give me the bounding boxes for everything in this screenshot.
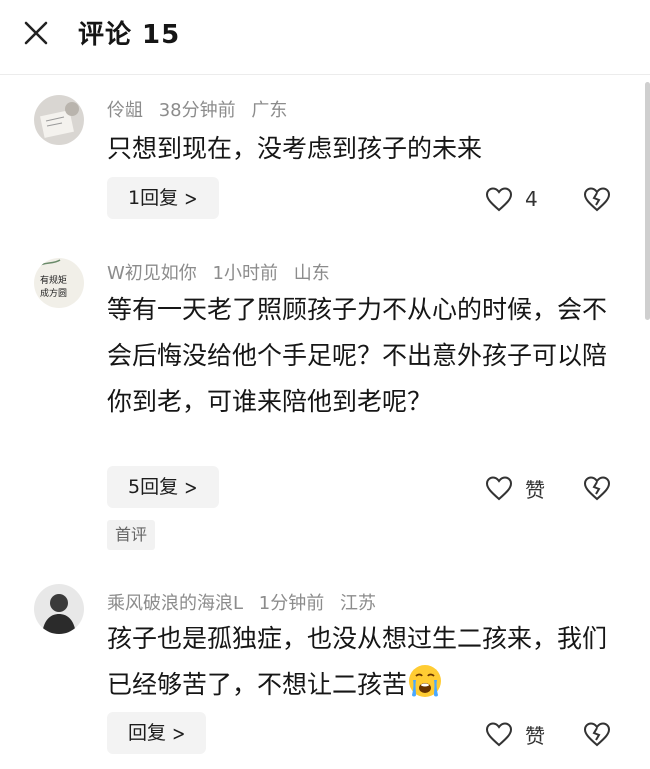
reply-label: 回复 bbox=[128, 722, 167, 744]
reply-label: 5回复 bbox=[128, 476, 179, 498]
heart-outline-icon bbox=[485, 187, 513, 212]
avatar[interactable] bbox=[34, 95, 84, 145]
like-label: 赞 bbox=[525, 723, 545, 748]
heart-outline-icon bbox=[485, 476, 513, 501]
comment-text: 孩子也是孤独症，也没从想过生二孩来，我们已经够苦了，不想让二孩苦 bbox=[107, 616, 607, 708]
comment-meta: 伶龃 38分钟前 广东 bbox=[107, 96, 297, 122]
like-button[interactable]: 赞 bbox=[485, 473, 545, 503]
comment-text: 等有一天老了照顾孩子力不从心的时候，会不会后悔没给他个手足呢？不出意外孩子可以陪… bbox=[107, 295, 608, 416]
broken-heart-icon[interactable] bbox=[583, 185, 611, 213]
scrollbar[interactable] bbox=[645, 82, 650, 320]
username[interactable]: W初见如你 bbox=[107, 263, 197, 284]
location: 广东 bbox=[251, 100, 288, 121]
reply-label: 1回复 bbox=[128, 187, 179, 209]
username[interactable]: 乘风破浪的海浪L bbox=[107, 593, 243, 614]
username[interactable]: 伶龃 bbox=[107, 100, 143, 121]
first-comment-badge: 首评 bbox=[107, 520, 156, 550]
reply-button[interactable]: 回复 > bbox=[107, 712, 207, 754]
timestamp: 1小时前 bbox=[212, 263, 278, 284]
location: 江苏 bbox=[339, 593, 376, 614]
page-title: 评论 15 bbox=[78, 20, 181, 50]
like-button[interactable]: 赞 bbox=[485, 719, 545, 749]
chevron-right-icon: > bbox=[184, 475, 198, 500]
comment-meta: W初见如你 1小时前 山东 bbox=[107, 259, 340, 285]
broken-heart-icon[interactable] bbox=[583, 720, 611, 748]
like-count: 4 bbox=[525, 187, 538, 211]
heart-outline-icon bbox=[485, 722, 513, 747]
like-button[interactable]: 4 bbox=[485, 184, 538, 214]
timestamp: 1分钟前 bbox=[258, 593, 325, 614]
close-icon[interactable] bbox=[21, 18, 51, 48]
comment-text-body: 孩子也是孤独症，也没从想过生二孩来，我们已经够苦了，不想让二孩苦 bbox=[107, 624, 608, 699]
like-label: 赞 bbox=[525, 477, 545, 502]
location: 山东 bbox=[293, 263, 330, 284]
crying-face-emoji bbox=[409, 665, 442, 697]
broken-heart-icon[interactable] bbox=[583, 474, 611, 502]
comment-meta: 乘风破浪的海浪L 1分钟前 江苏 bbox=[107, 589, 386, 615]
avatar[interactable] bbox=[34, 584, 84, 634]
svg-text:成方圆: 成方圆 bbox=[40, 287, 67, 299]
timestamp: 38分钟前 bbox=[158, 100, 236, 121]
chevron-right-icon: > bbox=[172, 721, 186, 746]
chevron-right-icon: > bbox=[184, 186, 198, 211]
svg-text:有规矩: 有规矩 bbox=[40, 274, 67, 286]
reply-button[interactable]: 5回复 > bbox=[107, 466, 219, 508]
reply-button[interactable]: 1回复 > bbox=[107, 177, 219, 219]
comment-text: 只想到现在，没考虑到孩子的未来 bbox=[107, 134, 483, 163]
comments-header: 评论 15 bbox=[0, 0, 650, 66]
avatar[interactable]: 有规矩 成方圆 bbox=[34, 258, 84, 308]
header-divider bbox=[0, 74, 650, 75]
